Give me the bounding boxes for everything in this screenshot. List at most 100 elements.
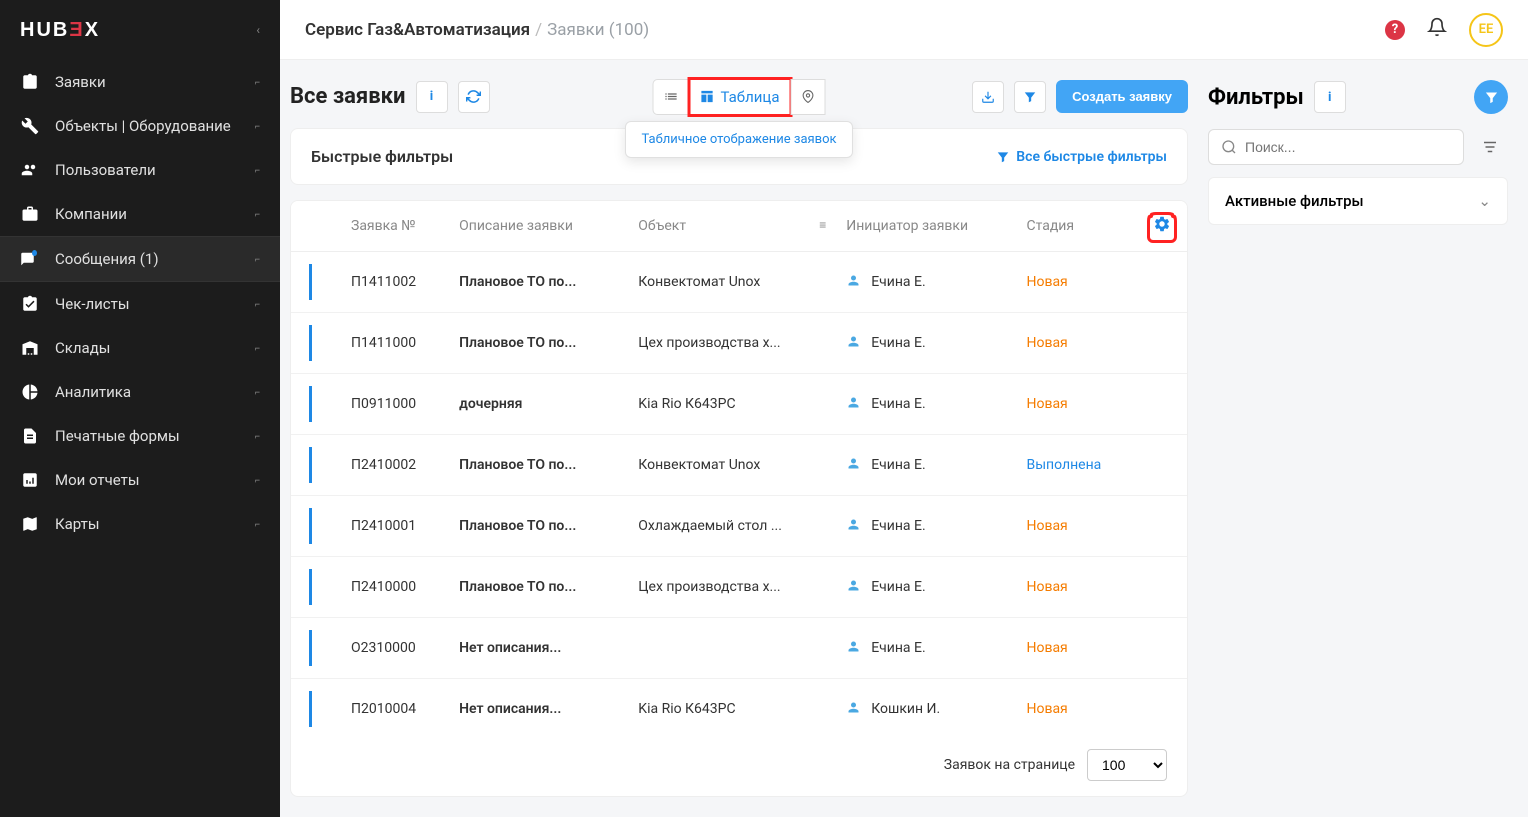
row-indicator [309,691,312,727]
filter-button[interactable] [1014,81,1046,113]
filters-info-button[interactable]: i [1314,81,1346,113]
all-quick-filters-label: Все быстрые фильтры [1016,149,1167,165]
report-icon [20,470,40,490]
chevron-icon: ⌐ [255,343,260,354]
checklist-icon [20,294,40,314]
view-map-button[interactable] [790,79,825,115]
notifications-icon[interactable] [1427,17,1447,42]
refresh-button[interactable] [458,81,490,113]
table-row[interactable]: П2410000 Плановое ТО по... Цех производс… [291,557,1187,618]
main: Сервис Газ&Автоматизация / Заявки (100) … [280,0,1528,817]
breadcrumb-separator: / [535,20,542,40]
logo-part-2: X [85,19,100,41]
filters-toggle-button[interactable] [1474,80,1508,114]
cell-object: Охлаждаемый стол ... [628,496,836,557]
cell-number: П2410000 [341,557,449,618]
map-icon [20,514,40,534]
help-icon[interactable]: ? [1385,20,1405,40]
breadcrumb-company[interactable]: Сервис Газ&Автоматизация [305,20,530,40]
cell-stage: Новая [1016,618,1137,679]
table-row[interactable]: П1411000 Плановое ТО по... Цех производс… [291,313,1187,374]
all-quick-filters-link[interactable]: Все быстрые фильтры [996,149,1167,165]
sidebar-item-doc[interactable]: Печатные формы ⌐ [0,414,280,458]
logo[interactable]: HUBƎX [20,19,100,42]
col-initiator[interactable]: Инициатор заявки [836,201,1016,252]
view-table-button[interactable]: Таблица [690,79,791,115]
pie-icon [20,382,40,402]
sidebar-item-label: Чек-листы [55,295,130,313]
row-indicator [309,264,312,300]
sidebar-item-wrench[interactable]: Объекты | Оборудование ⌐ [0,104,280,148]
avatar[interactable]: EE [1469,13,1503,47]
sidebar-item-messages[interactable]: Сообщения (1) ⌐ [0,237,280,281]
table-row[interactable]: П2410002 Плановое ТО по... Конвектомат U… [291,435,1187,496]
chevron-icon: ⌐ [255,431,260,442]
col-stage[interactable]: Стадия [1016,201,1137,252]
logo-part-1: HUB [20,19,69,41]
create-request-button[interactable]: Создать заявку [1056,80,1188,113]
cell-object: Конвектомат Unox [628,252,836,313]
cell-object: Цех производства х... [628,557,836,618]
view-table-label: Таблица [721,88,780,106]
sidebar-item-briefcase[interactable]: Компании ⌐ [0,192,280,236]
sidebar-item-map[interactable]: Карты ⌐ [0,502,280,546]
row-indicator [309,630,312,666]
sidebar-item-label: Мои отчеты [55,471,140,489]
search-input[interactable] [1245,139,1451,155]
search-box[interactable] [1208,129,1464,165]
sidebar-item-label: Склады [55,339,110,357]
sidebar-item-pie[interactable]: Аналитика ⌐ [0,370,280,414]
sidebar-item-checklist[interactable]: Чек-листы ⌐ [0,282,280,326]
sort-button[interactable] [1472,129,1508,165]
active-filters-accordion[interactable]: Активные фильтры ⌄ [1208,177,1508,225]
doc-icon [20,426,40,446]
collapse-sidebar-icon[interactable]: ‹ [256,23,260,37]
cell-initiator: Ечина Е. [836,557,1016,618]
sidebar-item-label: Пользователи [55,161,156,179]
person-icon [846,639,861,658]
table-row[interactable]: П2010004 Нет описания... Kia Rio К643РС … [291,679,1187,735]
page-size-select[interactable]: 100 [1087,749,1167,781]
col-object[interactable]: Объект ≡ [628,201,836,252]
paging-label: Заявок на странице [944,757,1075,773]
wrench-icon [20,116,40,136]
sidebar-item-report[interactable]: Мои отчеты ⌐ [0,458,280,502]
pagination: Заявок на странице 100 [291,734,1187,796]
sidebar-item-label: Аналитика [55,383,131,401]
col-description[interactable]: Описание заявки [449,201,628,252]
cell-stage: Новая [1016,496,1137,557]
warehouse-icon [20,338,40,358]
info-button[interactable]: i [416,81,448,113]
table-settings-button[interactable] [1150,218,1174,240]
chevron-icon: ⌐ [255,254,260,265]
content-main: Все заявки i Таблица [280,60,1188,817]
cell-description: Нет описания... [449,618,628,679]
sidebar-item-users[interactable]: Пользователи ⌐ [0,148,280,192]
cell-description: Нет описания... [449,679,628,735]
table-row[interactable]: П0911000 дочерняя Kia Rio К643РС Ечина Е… [291,374,1187,435]
cell-description: дочерняя [449,374,628,435]
table-row[interactable]: О2310000 Нет описания... Ечина Е. Новая [291,618,1187,679]
row-indicator [309,508,312,544]
cell-initiator: Кошкин И. [836,679,1016,735]
notification-dot [32,250,37,256]
person-icon [846,456,861,475]
col-number[interactable]: Заявка № [341,201,449,252]
requests-table: Заявка № Описание заявки Объект ≡ Инициа… [291,201,1187,734]
cell-number: О2310000 [341,618,449,679]
download-button[interactable] [972,81,1004,113]
sidebar-item-clipboard[interactable]: Заявки ⌐ [0,60,280,104]
breadcrumb-page: Заявки (100) [547,20,649,40]
briefcase-icon [20,204,40,224]
chevron-icon: ⌐ [255,165,260,176]
table-row[interactable]: П2410001 Плановое ТО по... Охлаждаемый с… [291,496,1187,557]
table-row[interactable]: П1411002 Плановое ТО по... Конвектомат U… [291,252,1187,313]
cell-number: П0911000 [341,374,449,435]
cell-description: Плановое ТО по... [449,435,628,496]
view-list-button[interactable] [653,79,690,115]
cell-stage: Новая [1016,313,1137,374]
cell-object: Цех производства х... [628,313,836,374]
cell-number: П2010004 [341,679,449,735]
cell-stage: Новая [1016,374,1137,435]
sidebar-item-warehouse[interactable]: Склады ⌐ [0,326,280,370]
